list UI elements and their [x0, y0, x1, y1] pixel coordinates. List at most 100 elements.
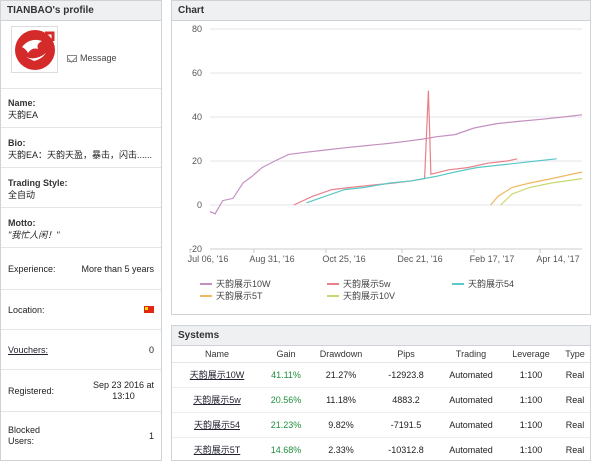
col-trading[interactable]: Trading: [440, 346, 502, 363]
trading-cell: Automated: [440, 387, 502, 413]
y-tick-label: 40: [192, 112, 202, 122]
gain-cell: 14.68%: [262, 437, 310, 461]
table-row: 天韵展示54 21.23% 9.82% -7191.5 Automated 1:…: [172, 412, 590, 438]
legend-label: 天韵展示54: [468, 279, 515, 289]
avatar[interactable]: [11, 26, 58, 73]
col-name[interactable]: Name: [172, 346, 262, 363]
col-pips[interactable]: Pips: [372, 346, 440, 363]
registered-value: Sep 23 2016 at 13:10: [93, 380, 154, 402]
type-cell: Real: [560, 437, 590, 461]
pips-cell: -7191.5: [372, 412, 440, 438]
system-link[interactable]: 天韵展示54: [194, 420, 240, 430]
blocked-row: Blocked Users: 1: [1, 412, 161, 460]
equity-chart: 80 60 40 20 0 -20Jul 06, '16 Aug 31, '16 Oct 25…: [188, 24, 583, 264]
bio-value: 天韵EA：天韵天盈，暴击，闪击......: [8, 150, 153, 160]
registered-time: 13:10: [112, 390, 135, 401]
gain-cell: 20.56%: [262, 387, 310, 413]
message-button[interactable]: Message: [67, 53, 117, 63]
vouchers-row: Vouchers: 0: [1, 330, 161, 370]
col-gain[interactable]: Gain: [262, 346, 310, 363]
chart-panel: Chart 80 60 40 20 0 -20 Jul 06, '16 Aug 31, '16…: [171, 0, 591, 315]
drawdown-cell: 2.33%: [310, 437, 372, 461]
legend-label: 天韵展示5T: [216, 291, 263, 301]
leverage-cell: 1:100: [502, 412, 560, 438]
experience-value: More than 5 years: [81, 263, 154, 274]
motto-label: Motto:: [8, 218, 36, 228]
legend-item[interactable]: 天韵展示10V: [327, 289, 395, 302]
motto-value: "我忙人闲！": [8, 230, 60, 240]
x-tick-label: Jul 06, '16: [188, 254, 229, 264]
legend-item[interactable]: 天韵展示54: [452, 277, 514, 290]
table-row: 天韵展示5w 20.56% 11.18% 4883.2 Automated 1:…: [172, 387, 590, 413]
y-tick-label: 60: [192, 68, 202, 78]
message-label: Message: [80, 53, 117, 63]
profile-panel: TIANBAO's profile Message Name: 天韵EA Bio…: [0, 0, 162, 461]
series-line-3: [490, 171, 583, 206]
legend-swatch: [200, 282, 212, 285]
system-link[interactable]: 天韵展示5w: [193, 395, 241, 405]
type-cell: Real: [560, 362, 590, 388]
location-row: Location:: [1, 290, 161, 330]
type-cell: Real: [560, 387, 590, 413]
series-line-4: [500, 178, 583, 206]
drawdown-cell: 11.18%: [310, 387, 372, 413]
style-row: Trading Style: 全自动: [1, 168, 161, 208]
col-leverage[interactable]: Leverage: [502, 346, 560, 363]
registered-date: Sep 23 2016 at: [92, 379, 154, 390]
col-type[interactable]: Type: [560, 346, 590, 363]
x-tick-label: Feb 17, '17: [470, 254, 515, 264]
trading-cell: Automated: [440, 412, 502, 438]
col-drawdown[interactable]: Drawdown: [310, 346, 372, 363]
y-tick-label: 20: [192, 156, 202, 166]
blocked-value: 1: [148, 431, 154, 441]
series-line-1: [293, 90, 518, 206]
chart-panel-title: Chart: [172, 1, 590, 21]
systems-header-row: Name Gain Drawdown Pips Trading Leverage…: [172, 346, 590, 363]
name-value: 天韵EA: [8, 110, 39, 120]
drawdown-cell: 21.27%: [310, 362, 372, 388]
motto-row: Motto: "我忙人闲！": [1, 208, 161, 248]
pips-cell: -10312.8: [372, 437, 440, 461]
x-tick-label: Oct 25, '16: [322, 254, 365, 264]
pips-cell: -12923.8: [372, 362, 440, 388]
series-line-2: [306, 158, 557, 204]
legend-swatch: [452, 282, 464, 285]
systems-table: Name Gain Drawdown Pips Trading Leverage…: [172, 346, 590, 461]
x-tick-label: Aug 31, '16: [249, 254, 294, 264]
name-label: Name:: [8, 98, 36, 108]
envelope-icon: [67, 54, 77, 62]
x-tick-label: Apr 14, '17: [536, 254, 579, 264]
table-row: 天韵展示10W 41.11% 21.27% -12923.8 Automated…: [172, 362, 590, 388]
location-label: Location:: [8, 304, 45, 315]
experience-row: Experience: More than 5 years: [1, 248, 161, 290]
trading-cell: Automated: [440, 437, 502, 461]
legend-item[interactable]: 天韵展示5T: [200, 289, 263, 302]
y-tick-label: 0: [197, 200, 202, 210]
registered-row: Registered: Sep 23 2016 at 13:10: [1, 370, 161, 412]
gain-cell: 21.23%: [262, 412, 310, 438]
legend-swatch: [200, 294, 212, 297]
type-cell: Real: [560, 412, 590, 438]
table-row: 天韵展示5T 14.68% 2.33% -10312.8 Automated 1…: [172, 437, 590, 461]
legend-swatch: [327, 282, 339, 285]
avatar-logo-icon: [15, 30, 55, 70]
y-tick-label: -20: [189, 244, 202, 254]
blocked-label: Blocked Users:: [8, 425, 40, 447]
drawdown-cell: 9.82%: [310, 412, 372, 438]
bio-label: Bio:: [8, 138, 26, 148]
name-row: Name: 天韵EA: [1, 88, 161, 128]
vouchers-value: 0: [148, 344, 154, 355]
experience-label: Experience:: [8, 263, 56, 274]
legend-label: 天韵展示10V: [343, 291, 396, 301]
vouchers-link[interactable]: Vouchers:: [8, 345, 48, 355]
systems-title: Systems: [172, 326, 590, 346]
x-tick-label: Dec 21, '16: [397, 254, 442, 264]
system-link[interactable]: 天韵展示10W: [190, 370, 245, 380]
system-link[interactable]: 天韵展示5T: [194, 445, 241, 455]
bio-row: Bio: 天韵EA：天韵天盈，暴击，闪击......: [1, 128, 161, 168]
trading-cell: Automated: [440, 362, 502, 388]
pips-cell: 4883.2: [372, 387, 440, 413]
registered-label: Registered:: [8, 385, 55, 396]
china-flag-icon: [144, 306, 154, 313]
blocked-label-line2: Users:: [8, 436, 35, 446]
